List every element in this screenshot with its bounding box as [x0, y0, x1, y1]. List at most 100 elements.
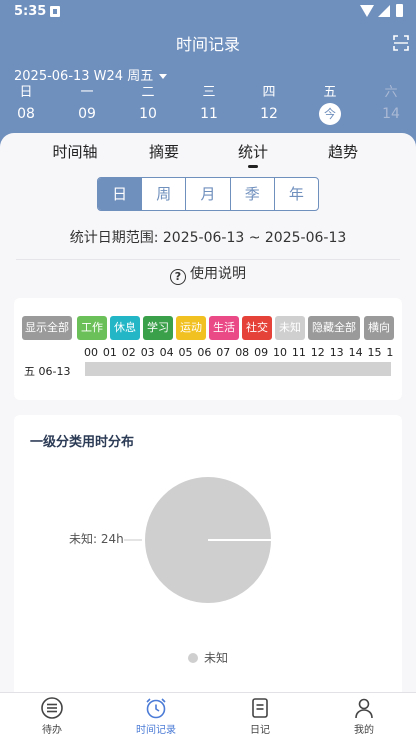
person-icon [355, 698, 373, 719]
hour-tick-label: 09 [254, 346, 269, 359]
pie-legend[interactable]: 未知 [14, 649, 402, 666]
tab-timeline[interactable]: 时间轴 [40, 141, 110, 162]
day-number: 10 [139, 106, 157, 122]
period-quarter[interactable]: 季 [229, 178, 274, 210]
date-selector[interactable]: 2025-06-13 W24 周五 [14, 65, 168, 84]
filter-chip[interactable]: 工作 [77, 316, 107, 340]
expand-icon[interactable] [393, 35, 409, 51]
filter-chip[interactable]: 学习 [143, 316, 173, 340]
period-day[interactable]: 日 [98, 178, 142, 210]
hour-tick-label: 14 [348, 346, 363, 359]
hour-tick-label: 15 [367, 346, 382, 359]
tab-summary[interactable]: 摘要 [129, 141, 199, 162]
tab-statistics[interactable]: 统计 [218, 141, 288, 168]
tab-trend[interactable]: 趋势 [308, 141, 378, 162]
day-thu[interactable]: 四 12 [249, 84, 289, 126]
nav-label: 我的 [354, 725, 374, 736]
period-month[interactable]: 月 [185, 178, 229, 210]
help-label: 使用说明 [190, 266, 246, 282]
hour-tick-label: 02 [121, 346, 136, 359]
nav-todo[interactable]: 待办 [12, 697, 92, 736]
hour-axis: 00 01 02 03 04 05 06 07 08 09 10 11 12 13 14 15 16 [84, 346, 394, 360]
header: 5:35 时间记录 2025-06-13 W24 周五 日 08 一 09 二 10 … [0, 0, 416, 150]
weekday-label: 六 [384, 85, 398, 100]
nav-mine[interactable]: 我的 [324, 697, 404, 736]
nav-label: 日记 [250, 725, 270, 736]
filter-chip[interactable]: 社交 [242, 316, 272, 340]
timeline-bar-unknown[interactable] [85, 362, 391, 376]
notebook-icon [252, 698, 268, 718]
day-number: 11 [200, 106, 218, 122]
status-time: 5:35 [14, 4, 47, 19]
hour-tick-label: 00 [84, 346, 98, 359]
day-number: 08 [17, 106, 35, 122]
filter-chip[interactable]: 隐藏全部 [308, 316, 360, 340]
help-link[interactable]: ? 使用说明 [0, 263, 416, 285]
caret-down-icon [159, 74, 168, 79]
signal-icon [378, 5, 390, 17]
filter-chip[interactable]: 生活 [209, 316, 239, 340]
period-selector: 日 周 月 季 年 [97, 177, 319, 211]
wifi-icon [360, 5, 374, 17]
weekday-label: 日 [19, 85, 33, 100]
nav-diary[interactable]: 日记 [220, 697, 300, 736]
filter-chip[interactable]: 显示全部 [22, 316, 72, 340]
today-badge: 今 [319, 103, 341, 125]
status-bar: 5:35 [0, 0, 416, 24]
date-range-text: 统计日期范围: 2025-06-13 ~ 2025-06-13 [69, 230, 347, 246]
weekday-label: 三 [202, 85, 216, 100]
pie-slice-label: 未知: 24h [69, 532, 124, 546]
divider [16, 259, 400, 260]
hour-tick-label: 10 [273, 346, 287, 359]
day-wed[interactable]: 三 11 [189, 84, 229, 126]
day-number: 14 [382, 106, 400, 122]
hour-tick-label: 01 [102, 346, 117, 359]
period-week[interactable]: 周 [141, 178, 185, 210]
hour-tick-label: 05 [178, 346, 193, 359]
legend-label: 未知 [203, 651, 228, 665]
sim-icon [50, 6, 60, 17]
day-mon[interactable]: 一 09 [67, 84, 107, 126]
category-filters: 显示全部 工作 休息 学习 运动 生活 社交 未知 隐藏全部 横向 [22, 316, 402, 340]
alarm-clock-icon [146, 698, 166, 719]
day-sat[interactable]: 六 14 [371, 84, 411, 126]
nav-label: 待办 [42, 725, 62, 736]
hour-tick-label: 04 [159, 346, 174, 359]
legend-dot [187, 653, 198, 663]
weekday-label: 二 [141, 85, 155, 100]
day-tue[interactable]: 二 10 [128, 84, 168, 126]
filter-chip[interactable]: 休息 [110, 316, 140, 340]
battery-icon [396, 4, 403, 17]
day-number: 09 [78, 106, 96, 122]
day-sun[interactable]: 日 08 [6, 84, 46, 126]
hour-tick-label: 12 [310, 346, 325, 359]
view-tabs: 时间轴 摘要 统计 趋势 [0, 141, 416, 171]
hour-tick-label: 08 [235, 346, 250, 359]
hour-tick-label: 13 [329, 346, 344, 359]
nav-label: 时间记录 [136, 725, 176, 736]
nav-time-record[interactable]: 时间记录 [116, 697, 196, 736]
filter-chip[interactable]: 横向 [364, 316, 394, 340]
help-icon: ? [170, 269, 186, 285]
bottom-nav: 待办 时间记录 日记 我的 [0, 692, 416, 739]
weekday-label: 五 [323, 85, 337, 100]
period-year[interactable]: 年 [273, 178, 318, 210]
week-strip: 日 08 一 09 二 10 三 11 四 12 五今 六 14 [0, 84, 416, 128]
filter-chip[interactable]: 未知 [275, 316, 305, 340]
hour-tick-label: 07 [216, 346, 231, 359]
timeline-panel: 显示全部 工作 休息 学习 运动 生活 社交 未知 隐藏全部 横向 00 01 02 03 04 05 06 0… [14, 298, 402, 400]
list-icon [41, 697, 63, 719]
hour-tick-label: 03 [140, 346, 155, 359]
weekday-label: 四 [262, 85, 276, 100]
date-text: 2025-06-13 W24 周五 [14, 69, 154, 84]
content-card: 时间轴 摘要 统计 趋势 日 周 月 季 年 统计日期范围: 2025-06-1… [0, 133, 416, 692]
weekday-label: 一 [80, 85, 94, 100]
hour-tick-label: 16 [386, 346, 394, 359]
row-date-label: 五 06-13 [24, 365, 71, 378]
hour-tick-label: 06 [197, 346, 212, 359]
pie-panel: 一级分类用时分布 未知: 24h 未知 [14, 415, 402, 692]
day-number: 12 [260, 106, 278, 122]
page-title: 时间记录 [175, 35, 240, 54]
filter-chip[interactable]: 运动 [176, 316, 206, 340]
day-fri-today[interactable]: 五今 [310, 84, 350, 126]
